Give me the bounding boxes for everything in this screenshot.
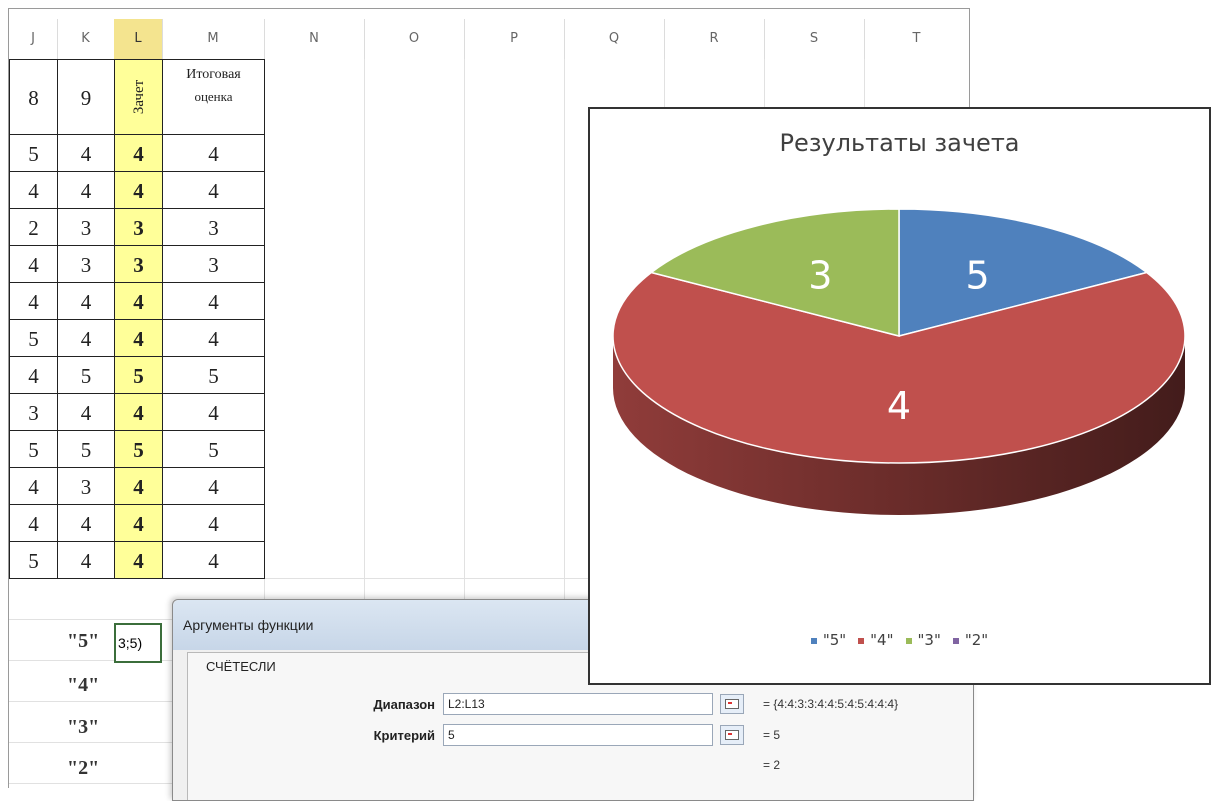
criteria-label-4[interactable]: "4"	[67, 674, 99, 697]
table-cell[interactable]: 5	[162, 356, 265, 394]
legend-swatch-2	[905, 637, 912, 644]
table-cell[interactable]: 4	[57, 171, 115, 209]
column-header-k[interactable]: K	[57, 19, 115, 59]
table-cell[interactable]: 5	[57, 430, 115, 468]
legend-label-1: "4"	[870, 631, 894, 649]
table-cell[interactable]: 5	[9, 134, 58, 172]
pie-slice-label-2: 3	[808, 254, 832, 298]
table-cell[interactable]: 4	[162, 319, 265, 357]
legend-swatch-1	[858, 637, 865, 644]
table-cell[interactable]: 5	[9, 430, 58, 468]
range-result: = {4:4:3:3:4:4:5:4:5:4:4:4}	[763, 697, 899, 711]
table-cell[interactable]: 3	[57, 467, 115, 505]
table-cell[interactable]: 4	[57, 541, 115, 579]
table-cell[interactable]: 4	[57, 282, 115, 320]
table-cell[interactable]: 4	[162, 467, 265, 505]
criteria-label-2[interactable]: "2"	[67, 757, 99, 780]
table-cell[interactable]: 5	[114, 430, 163, 468]
table-cell[interactable]: 4	[114, 504, 163, 542]
column-headers: JKLMNOPQRST	[9, 19, 969, 59]
column-header-n[interactable]: N	[264, 19, 365, 59]
active-cell[interactable]: 3;5)	[114, 623, 162, 663]
criteria-label: Критерий	[373, 728, 435, 743]
column-header-o[interactable]: O	[364, 19, 465, 59]
column-header-m[interactable]: M	[162, 19, 265, 59]
table-cell[interactable]: 4	[162, 541, 265, 579]
range-label: Диапазон	[373, 697, 435, 712]
table-cell[interactable]: 4	[114, 134, 163, 172]
table-cell[interactable]: 5	[114, 356, 163, 394]
table-cell[interactable]: 3	[114, 245, 163, 283]
pie-chart-svg: 5 4 3	[612, 208, 1186, 515]
criteria-label-3[interactable]: "3"	[67, 716, 99, 739]
table-cell[interactable]: 4	[57, 134, 115, 172]
table-cell[interactable]: 3	[57, 245, 115, 283]
criteria-result: = 5	[763, 728, 781, 742]
range-select-icon[interactable]	[720, 694, 744, 714]
pie-chart[interactable]: Результаты зачета 543 "5" "4" "3" "2"	[588, 107, 1211, 685]
legend-label-0: "5"	[822, 631, 847, 649]
table-cell[interactable]: 4	[9, 245, 58, 283]
legend-swatch-0	[810, 637, 817, 644]
table-cell[interactable]: 4	[9, 282, 58, 320]
table-cell[interactable]: 4	[162, 504, 265, 542]
header-m-line2: оценка	[194, 89, 233, 104]
column-header-l[interactable]: L	[114, 19, 163, 59]
function-name: СЧЁТЕСЛИ	[206, 659, 276, 674]
table-cell[interactable]: 3	[114, 208, 163, 246]
table-cell[interactable]: 3	[57, 208, 115, 246]
table-cell[interactable]: 4	[114, 467, 163, 505]
header-cell-m[interactable]: Итоговая оценка	[162, 59, 265, 135]
column-header-r[interactable]: R	[664, 19, 765, 59]
legend-label-3: "2"	[964, 631, 989, 649]
legend-item-0: "5"	[810, 631, 847, 649]
table-cell[interactable]: 4	[114, 319, 163, 357]
table-cell[interactable]: 4	[57, 504, 115, 542]
legend-swatch-3	[952, 637, 959, 644]
table-cell[interactable]: 4	[162, 171, 265, 209]
table-cell[interactable]: 4	[57, 319, 115, 357]
column-header-s[interactable]: S	[764, 19, 865, 59]
column-header-t[interactable]: T	[864, 19, 969, 59]
legend-label-2: "3"	[917, 631, 941, 649]
table-cell[interactable]: 4	[162, 393, 265, 431]
legend-item-3: "2"	[952, 631, 989, 649]
table-cell[interactable]: 4	[114, 393, 163, 431]
function-result: = 2	[763, 758, 781, 772]
range-input[interactable]: L2:L13	[443, 693, 713, 715]
table-cell[interactable]: 4	[162, 134, 265, 172]
table-cell[interactable]: 5	[9, 541, 58, 579]
legend-item-2: "3"	[905, 631, 941, 649]
table-cell[interactable]: 3	[162, 208, 265, 246]
table-cell[interactable]: 4	[114, 541, 163, 579]
criteria-select-icon[interactable]	[720, 725, 744, 745]
table-cell[interactable]: 4	[9, 504, 58, 542]
criteria-input[interactable]: 5	[443, 724, 713, 746]
table-cell[interactable]: 4	[9, 356, 58, 394]
table-cell[interactable]: 4	[57, 393, 115, 431]
criteria-label-5[interactable]: "5"	[67, 630, 99, 653]
table-cell[interactable]: 5	[162, 430, 265, 468]
header-cell-j[interactable]: 8	[9, 59, 58, 135]
table-cell[interactable]: 4	[9, 171, 58, 209]
legend-item-1: "4"	[858, 631, 894, 649]
pie-slice-label-1: 4	[887, 384, 911, 428]
table-cell[interactable]: 4	[162, 282, 265, 320]
column-header-q[interactable]: Q	[564, 19, 665, 59]
pie-slice-label-0: 5	[966, 254, 990, 298]
table-cell[interactable]: 4	[9, 467, 58, 505]
table-cell[interactable]: 5	[9, 319, 58, 357]
table-cell[interactable]: 5	[57, 356, 115, 394]
header-cell-l[interactable]: Зачет	[114, 59, 163, 135]
table-cell[interactable]: 3	[9, 393, 58, 431]
column-header-p[interactable]: P	[464, 19, 565, 59]
table-cell[interactable]: 2	[9, 208, 58, 246]
table-cell[interactable]: 4	[114, 282, 163, 320]
table-cell[interactable]: 4	[114, 171, 163, 209]
column-header-j[interactable]: J	[9, 19, 58, 59]
header-m-line1: Итоговая	[186, 67, 241, 82]
table-cell[interactable]: 3	[162, 245, 265, 283]
chart-legend: "5" "4" "3" "2"	[590, 631, 1209, 649]
